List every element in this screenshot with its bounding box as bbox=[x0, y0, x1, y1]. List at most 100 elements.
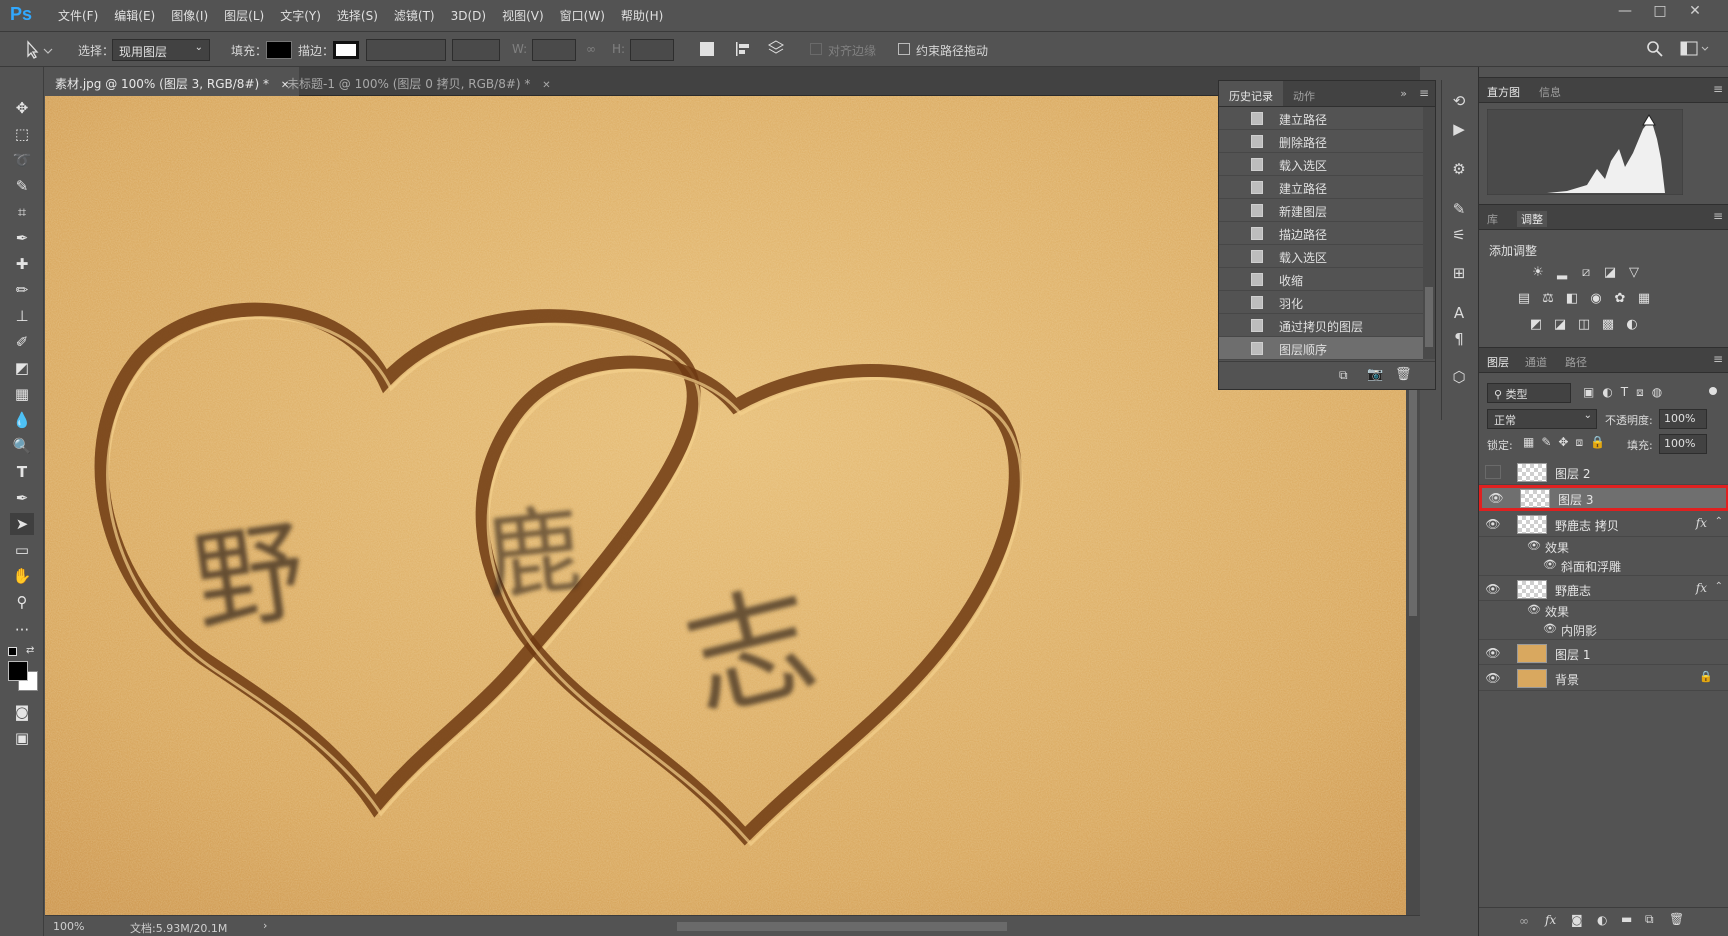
layer-row[interactable]: 👁 野鹿志 拷贝 fx ⌃ bbox=[1479, 511, 1728, 537]
path-arrangement-icon[interactable] bbox=[766, 39, 786, 59]
screen-mode-icon[interactable]: ▣ bbox=[10, 727, 34, 749]
move-tool-icon[interactable]: ✥ bbox=[10, 97, 34, 119]
healing-brush-tool-icon[interactable]: ✚ bbox=[10, 253, 34, 275]
brush-presets-icon[interactable]: ✎ bbox=[1448, 198, 1470, 220]
tab-sucai[interactable]: 素材.jpg @ 100% (图层 3, RGB/8#) * ✕ bbox=[45, 67, 300, 96]
3d-cube-icon[interactable]: ⬡ bbox=[1448, 366, 1470, 388]
eye-icon[interactable]: 👁 bbox=[1485, 671, 1501, 685]
rectangle-tool-icon[interactable]: ▭ bbox=[10, 539, 34, 561]
more-tools-icon[interactable]: ··· bbox=[10, 619, 34, 641]
brush-settings-icon[interactable]: ⚟ bbox=[1448, 224, 1470, 246]
threshold-icon[interactable]: ◫ bbox=[1575, 317, 1593, 333]
horizontal-scrollbar-thumb[interactable] bbox=[677, 922, 1007, 931]
document-canvas[interactable]: 野 鹿 志 bbox=[45, 96, 1420, 915]
stroke-color-swatch[interactable] bbox=[333, 41, 359, 59]
eye-icon[interactable]: 👁 bbox=[1485, 582, 1501, 596]
selective-color-icon[interactable]: ▩ bbox=[1599, 317, 1617, 333]
panel-menu-icon[interactable]: ≡ bbox=[1413, 81, 1435, 106]
curves-icon[interactable]: ⧄ bbox=[1577, 265, 1595, 281]
scrollbar-thumb[interactable] bbox=[1425, 287, 1433, 347]
tab-paths[interactable]: 路径 bbox=[1565, 354, 1587, 370]
history-item[interactable]: 载入选区 bbox=[1219, 245, 1423, 268]
clone-source-icon[interactable]: ⊞ bbox=[1448, 262, 1470, 284]
visibility-toggle-empty[interactable] bbox=[1485, 465, 1501, 479]
zoom-level[interactable]: 100% bbox=[53, 920, 84, 933]
search-icon[interactable] bbox=[1646, 40, 1664, 58]
height-field[interactable] bbox=[630, 39, 674, 61]
quick-select-tool-icon[interactable]: ✎ bbox=[10, 175, 34, 197]
type-tool-icon[interactable]: T bbox=[10, 461, 34, 483]
maximize-button[interactable]: □ bbox=[1645, 3, 1675, 23]
eraser-tool-icon[interactable]: ◩ bbox=[10, 357, 34, 379]
hand-tool-icon[interactable]: ✋ bbox=[10, 565, 34, 587]
tab-histogram[interactable]: 直方图 bbox=[1487, 84, 1520, 100]
paragraph-icon[interactable]: ¶ bbox=[1448, 328, 1470, 350]
layer-filter-dropdown[interactable]: ⚲ 类型 bbox=[1487, 383, 1571, 403]
workspace-icon[interactable] bbox=[1680, 40, 1710, 58]
adjustment-layer-icon[interactable]: ◐ bbox=[1597, 913, 1607, 927]
close-icon[interactable]: ✕ bbox=[542, 80, 550, 91]
levels-icon[interactable]: ▂ bbox=[1553, 265, 1571, 281]
path-operations-icon[interactable] bbox=[700, 42, 714, 56]
crop-tool-icon[interactable]: ⌗ bbox=[10, 201, 34, 223]
history-item[interactable]: 载入选区 bbox=[1219, 153, 1423, 176]
eye-icon[interactable]: 👁 bbox=[1543, 622, 1557, 635]
add-style-icon[interactable]: fx bbox=[1545, 913, 1556, 927]
swap-colors-icon[interactable]: ⇄ bbox=[26, 645, 34, 656]
zoom-tool-icon[interactable]: ⚲ bbox=[10, 591, 34, 613]
dodge-tool-icon[interactable]: 🔍 bbox=[10, 435, 34, 457]
panel-menu-icon[interactable]: ≡ bbox=[1713, 352, 1723, 366]
align-edges-checkbox[interactable] bbox=[810, 43, 822, 55]
character-icon[interactable]: A bbox=[1448, 302, 1470, 324]
menu-layer[interactable]: 图层(L) bbox=[216, 7, 272, 24]
brush-tool-icon[interactable]: ✏ bbox=[10, 279, 34, 301]
trash-icon[interactable]: 🗑 bbox=[1395, 367, 1412, 382]
layer-effects-icon[interactable]: fx bbox=[1696, 516, 1707, 530]
brightness-icon[interactable]: ☀ bbox=[1529, 265, 1547, 281]
layer-row[interactable]: 👁 图层 1 bbox=[1479, 639, 1728, 665]
tab-channels[interactable]: 通道 bbox=[1525, 354, 1547, 370]
path-selection-tool-button-icon[interactable]: ➤ bbox=[10, 513, 34, 535]
history-item[interactable]: 新建图层 bbox=[1219, 199, 1423, 222]
menu-window[interactable]: 窗口(W) bbox=[552, 7, 613, 24]
lasso-tool-icon[interactable]: ➰ bbox=[10, 149, 34, 171]
blur-tool-icon[interactable]: 💧 bbox=[10, 409, 34, 431]
gradient-tool-icon[interactable]: ▦ bbox=[10, 383, 34, 405]
new-layer-icon[interactable]: ⧉ bbox=[1645, 912, 1654, 927]
history-item[interactable]: 建立路径 bbox=[1219, 176, 1423, 199]
panel-menu-icon[interactable]: ≡ bbox=[1713, 209, 1723, 223]
exposure-icon[interactable]: ◪ bbox=[1601, 265, 1619, 281]
panel-menu-icon[interactable]: ≡ bbox=[1713, 82, 1723, 96]
black-white-icon[interactable]: ◧ bbox=[1563, 291, 1581, 307]
chevron-up-icon[interactable]: ⌃ bbox=[1715, 516, 1723, 527]
menu-help[interactable]: 帮助(H) bbox=[613, 7, 671, 24]
filter-toggle-icon[interactable] bbox=[1709, 387, 1717, 395]
effect-row[interactable]: 👁 内阴影 bbox=[1479, 620, 1728, 639]
eye-icon[interactable]: 👁 bbox=[1527, 603, 1541, 616]
tab-actions[interactable]: 动作 bbox=[1283, 81, 1325, 106]
eye-icon[interactable]: 👁 bbox=[1485, 517, 1501, 531]
chevron-up-icon[interactable]: ⌃ bbox=[1715, 581, 1723, 592]
blend-mode-dropdown[interactable]: 正常 ⌄ bbox=[1487, 409, 1597, 429]
new-group-icon[interactable]: ▬ bbox=[1621, 912, 1632, 926]
fill-opacity-field[interactable]: 100% bbox=[1659, 434, 1707, 454]
eye-icon[interactable]: 👁 bbox=[1488, 491, 1504, 505]
layer-filter-icons[interactable]: ▣◐T⧈◍ bbox=[1583, 385, 1670, 400]
color-lookup-icon[interactable]: ▦ bbox=[1635, 291, 1653, 307]
link-layers-icon[interactable]: ∞ bbox=[1519, 914, 1529, 928]
menu-select[interactable]: 选择(S) bbox=[329, 7, 386, 24]
camera-snapshot-icon[interactable]: 📷 bbox=[1367, 367, 1383, 382]
channel-mixer-icon[interactable]: ✿ bbox=[1611, 291, 1629, 307]
tab-untitled[interactable]: 未标题-1 @ 100% (图层 0 拷贝, RGB/8#) * ✕ bbox=[277, 67, 561, 96]
fill-color-swatch[interactable] bbox=[266, 41, 292, 59]
history-item[interactable]: 描边路径 bbox=[1219, 222, 1423, 245]
clone-stamp-tool-icon[interactable]: ⊥ bbox=[10, 305, 34, 327]
tab-info[interactable]: 信息 bbox=[1539, 84, 1561, 100]
stroke-type-dropdown[interactable] bbox=[452, 39, 500, 61]
history-brush-tool-icon[interactable]: ✐ bbox=[10, 331, 34, 353]
tab-layers[interactable]: 图层 bbox=[1487, 354, 1509, 370]
lock-options-icons[interactable]: ▦✎✥⧈🔒 bbox=[1523, 435, 1612, 450]
layer-effects-icon[interactable]: fx bbox=[1696, 581, 1707, 595]
history-item-selected[interactable]: 图层顺序 bbox=[1219, 337, 1423, 360]
menu-view[interactable]: 视图(V) bbox=[494, 7, 552, 24]
